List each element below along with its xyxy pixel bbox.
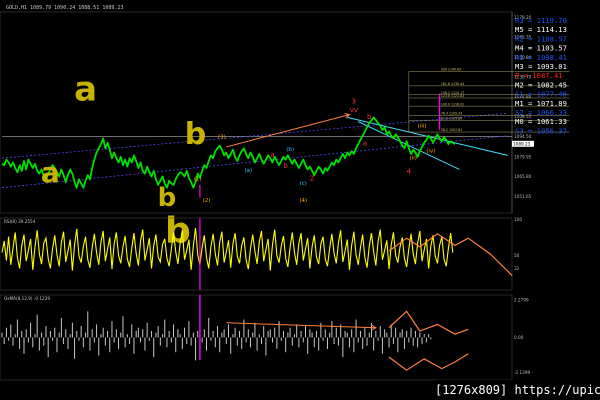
rsi-label: RSI(8) 39.2554 bbox=[4, 219, 36, 224]
osma-tick-label: -2.1399 bbox=[514, 370, 530, 375]
wave-label: a bbox=[363, 140, 367, 148]
wave-label: 2 bbox=[310, 175, 314, 183]
wave-label: b bbox=[367, 113, 372, 121]
fib-level-label: 38.2 1097.61 bbox=[441, 128, 462, 132]
wave-label: (ii) bbox=[410, 156, 417, 162]
pivot-level-label: S1 = 1077.46 bbox=[515, 90, 567, 99]
wave-label: (2) bbox=[203, 198, 211, 204]
last-price-label: 1089.23 bbox=[513, 142, 531, 147]
price-tick-label: 1079.95 bbox=[514, 154, 532, 159]
osma-tick-label: 2.2799 bbox=[514, 298, 529, 303]
fib-level-label: 161.8 1130.44 bbox=[441, 82, 464, 86]
wave-label: (a) bbox=[244, 168, 252, 174]
pivot-level-label: M1 = 1071.89 bbox=[515, 99, 567, 108]
wave-label: (3) bbox=[218, 135, 226, 141]
osma-tick-label: 0.00 bbox=[514, 335, 524, 340]
fib-level-label: 200 1140.69 bbox=[441, 68, 461, 72]
pivot-level-label: R2 = 1108.57 bbox=[515, 34, 567, 43]
pivot-level-label: M3 = 1093.01 bbox=[515, 62, 567, 71]
pivot-level-label: M4 = 1103.57 bbox=[515, 44, 567, 53]
chart-header: GOLD,H1 1089.79 1090.24 1088.51 1089.23 bbox=[6, 5, 123, 11]
fib-level-label: 123.6 1121.83 bbox=[441, 94, 464, 98]
fib-level-label: 76.4 1109.34 bbox=[441, 112, 462, 116]
pivot-level-label: S2 = 1066.33 bbox=[515, 108, 567, 117]
pivot-level-label: M0 = 1061.33 bbox=[515, 117, 567, 126]
wave-label: (iv) bbox=[426, 149, 435, 155]
fib-level-label: 100.0 1116.02 bbox=[441, 102, 464, 106]
wave-label: (c) bbox=[300, 181, 307, 187]
wave-label: (iii) bbox=[418, 123, 427, 129]
wave-label: 3 bbox=[352, 97, 356, 105]
wave-label: (4) bbox=[299, 198, 307, 204]
pivot-level-label: M2 = 1082.45 bbox=[515, 80, 567, 89]
fib-level-label: 61.8 1105.80 bbox=[441, 117, 462, 121]
pivot-level-label: R3 = 1119.70 bbox=[515, 16, 567, 25]
chart-svg: 1179.201165.351150.801136.701122.801108.… bbox=[0, 0, 600, 400]
yellow-wave-letter: b bbox=[165, 211, 191, 252]
yellow-wave-letter: b bbox=[185, 117, 206, 152]
rsi-tick-label: 32 bbox=[514, 266, 520, 271]
wave-label: 4 bbox=[407, 168, 412, 176]
rsi-tick-label: 100 bbox=[514, 217, 522, 222]
osma-label: OsMA(8,12,9) -0.1229 bbox=[4, 296, 50, 301]
price-tick-label: 1051.65 bbox=[514, 194, 532, 199]
wave-label: (b) bbox=[286, 147, 294, 153]
yellow-wave-letter: b bbox=[158, 183, 177, 213]
rsi-tick-label: 50 bbox=[514, 253, 520, 258]
yellow-wave-letter: a bbox=[74, 70, 97, 110]
watermark-text: [1276x809] https://upic.me/ bbox=[435, 380, 600, 400]
pivot-level-label: P = 1087.41 bbox=[515, 71, 563, 80]
wave-label: a bbox=[270, 151, 274, 159]
yellow-wave-letter: a bbox=[41, 156, 60, 189]
pivot-level-label: S3 = 1056.37 bbox=[515, 126, 567, 135]
price-tick-label: 1065.80 bbox=[514, 174, 532, 179]
wave-label: (1) bbox=[194, 177, 202, 183]
pivot-level-label: M5 = 1114.13 bbox=[515, 25, 567, 34]
pivot-level-label: R1 = 1098.41 bbox=[515, 53, 567, 62]
wave-label: vv bbox=[350, 106, 358, 114]
wave-label: b bbox=[283, 162, 288, 170]
